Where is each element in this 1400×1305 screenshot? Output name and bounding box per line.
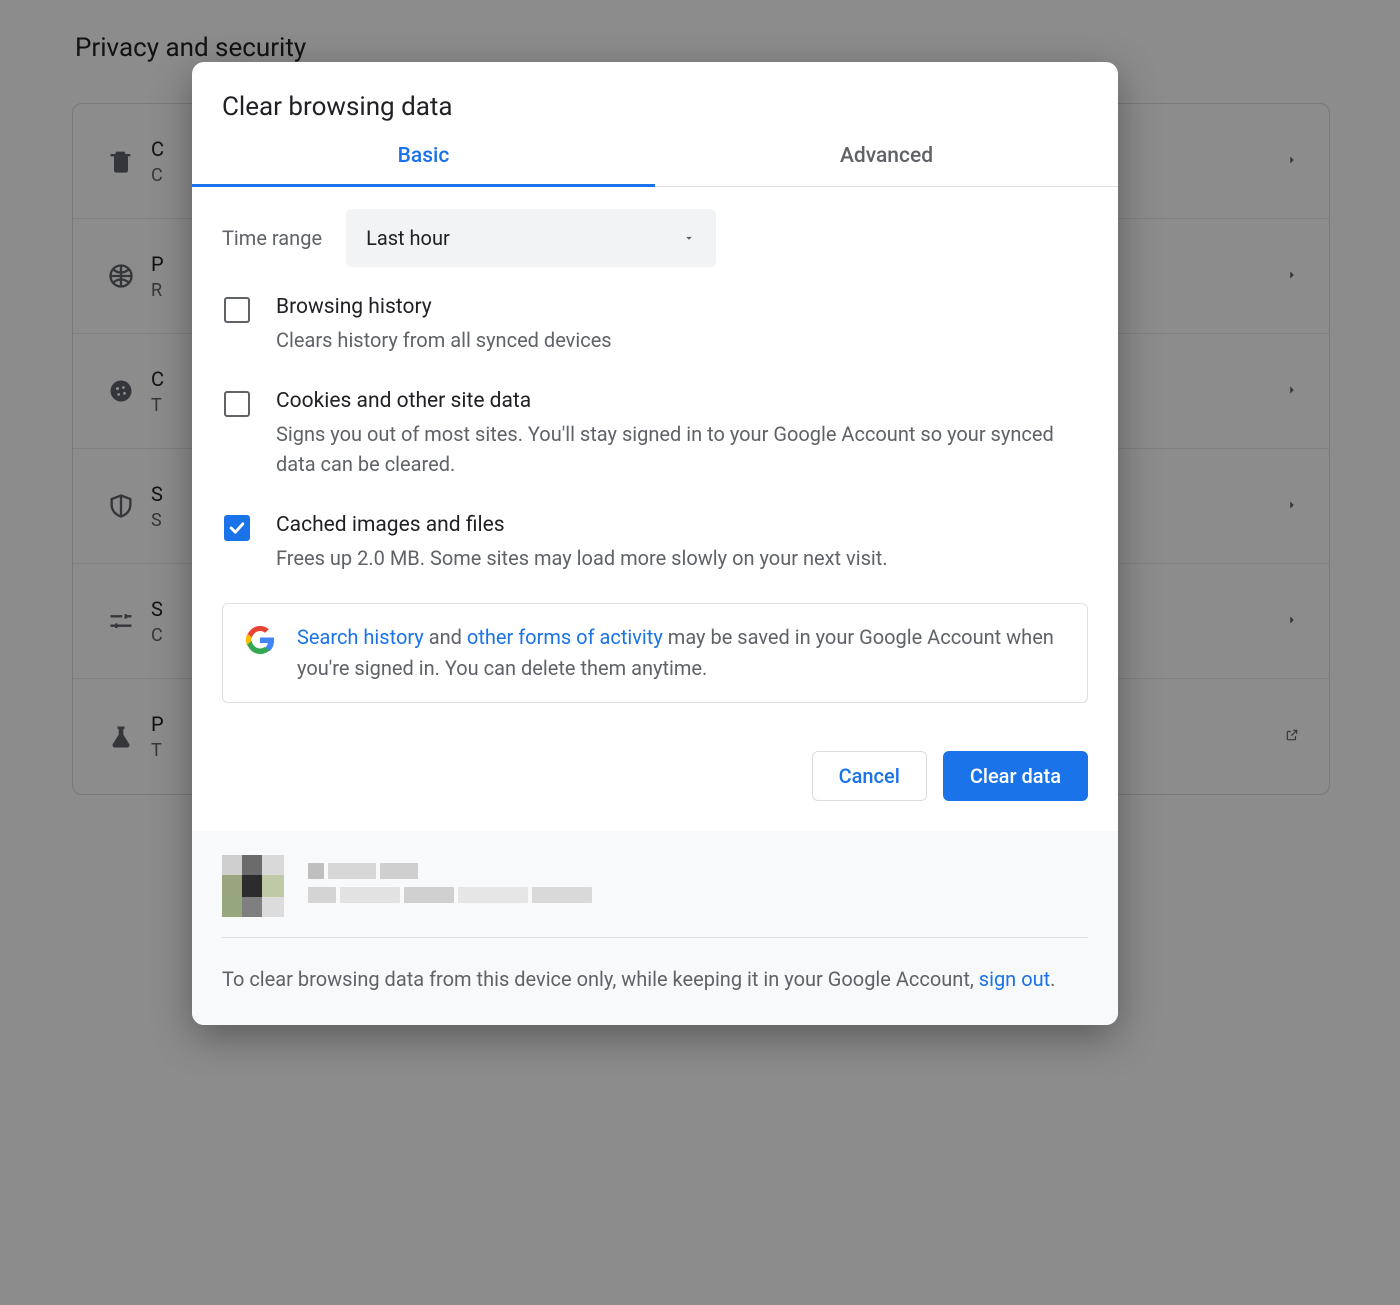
avatar-redacted (222, 855, 284, 917)
link-sign-out[interactable]: sign out (979, 967, 1050, 991)
dialog-title: Clear browsing data (192, 62, 1118, 144)
option-desc: Frees up 2.0 MB. Some sites may load mor… (276, 543, 888, 573)
cancel-button[interactable]: Cancel (812, 751, 927, 801)
option-desc: Signs you out of most sites. You'll stay… (276, 419, 1086, 479)
option-title: Cookies and other site data (276, 389, 1086, 413)
option-desc: Clears history from all synced devices (276, 325, 612, 355)
google-logo-icon (245, 625, 275, 655)
link-other-activity[interactable]: other forms of activity (467, 625, 663, 649)
time-range-value: Last hour (366, 226, 450, 250)
option-title: Browsing history (276, 295, 612, 319)
account-row (222, 855, 1088, 938)
footer-message: To clear browsing data from this device … (222, 964, 1088, 995)
clear-browsing-data-dialog: Clear browsing data Basic Advanced Time … (192, 62, 1118, 1025)
info-message: Search history and other forms of activi… (297, 622, 1065, 684)
time-range-label: Time range (222, 226, 322, 250)
account-text-redacted (308, 861, 658, 911)
checkbox-cookies[interactable] (224, 391, 250, 417)
link-search-history[interactable]: Search history (297, 625, 424, 649)
time-range-select[interactable]: Last hour (346, 209, 716, 267)
dialog-tabs: Basic Advanced (192, 144, 1118, 187)
google-account-info: Search history and other forms of activi… (222, 603, 1088, 703)
caret-down-icon (682, 226, 696, 250)
tab-advanced[interactable]: Advanced (655, 144, 1118, 186)
checkbox-browsing-history[interactable] (224, 297, 250, 323)
checkbox-cached-images[interactable] (224, 515, 250, 541)
option-title: Cached images and files (276, 513, 888, 537)
tab-basic[interactable]: Basic (192, 144, 655, 186)
clear-data-button[interactable]: Clear data (943, 751, 1088, 801)
